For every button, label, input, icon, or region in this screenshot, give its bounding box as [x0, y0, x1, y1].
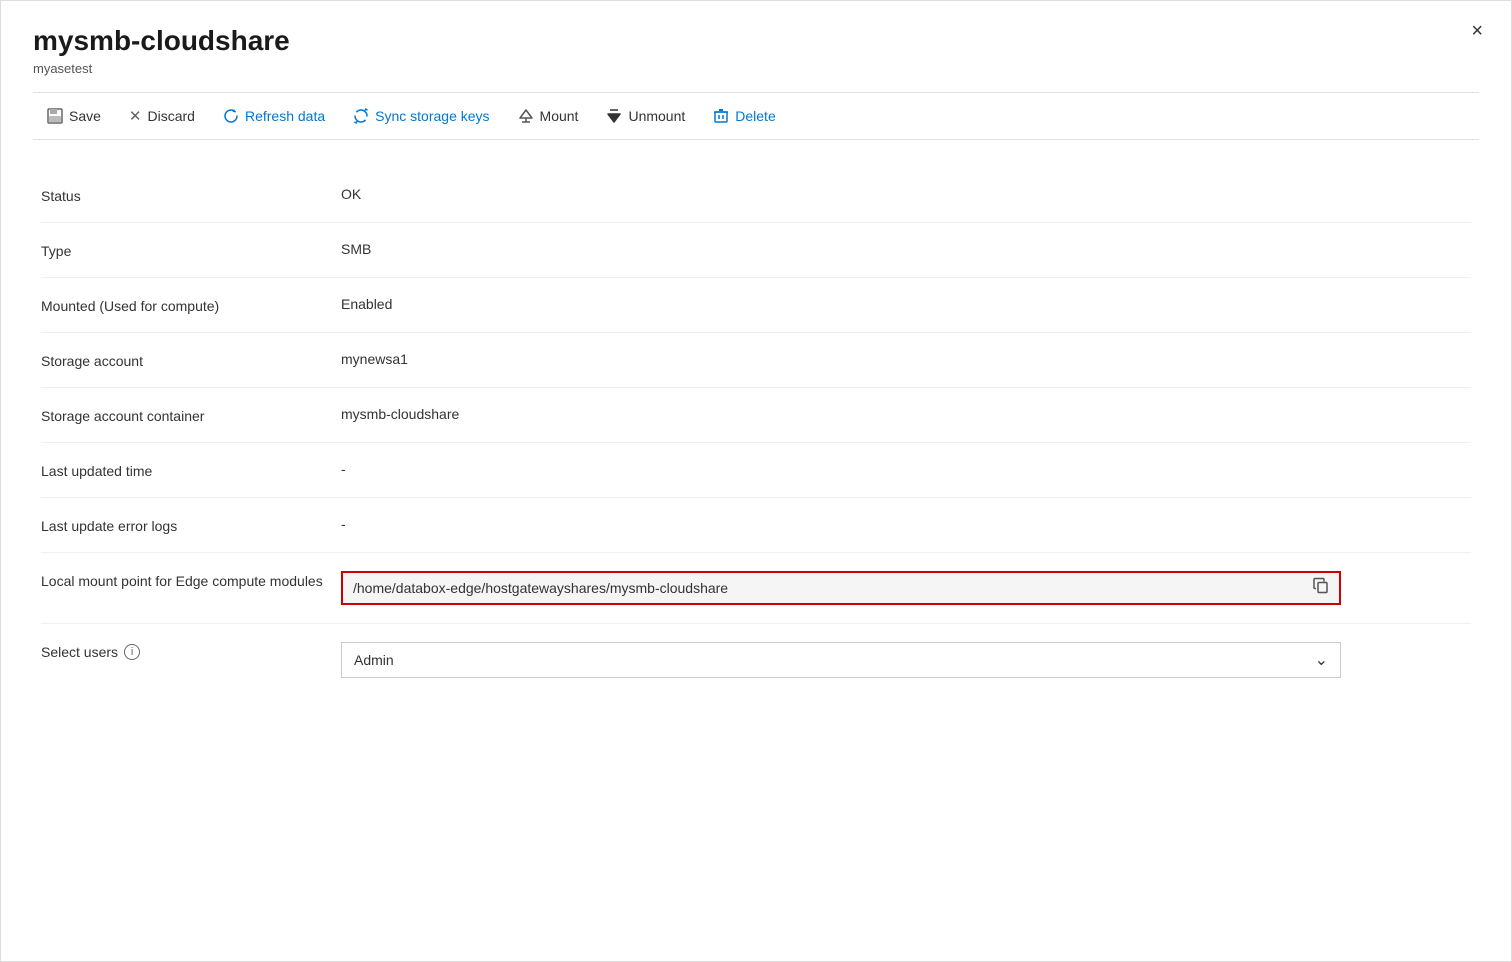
storage-account-row: Storage account mynewsa1: [41, 333, 1471, 388]
panel-subtitle: myasetest: [33, 61, 1479, 76]
last-updated-row: Last updated time -: [41, 443, 1471, 498]
status-row: Status OK: [41, 168, 1471, 223]
status-label: Status: [41, 186, 341, 204]
mounted-label: Mounted (Used for compute): [41, 296, 341, 314]
discard-button[interactable]: ✕ Discard: [115, 101, 209, 131]
unmount-button[interactable]: Unmount: [592, 102, 699, 130]
mounted-row: Mounted (Used for compute) Enabled: [41, 278, 1471, 333]
delete-icon: [713, 108, 729, 124]
last-updated-label: Last updated time: [41, 461, 341, 479]
mount-point-container-wrapper: /home/databox-edge/hostgatewayshares/mys…: [341, 571, 1471, 605]
delete-label: Delete: [735, 108, 775, 124]
select-users-label: Select users i: [41, 642, 341, 660]
users-dropdown-value: Admin: [354, 652, 394, 668]
storage-account-value: mynewsa1: [341, 351, 1471, 367]
mount-point-row: Local mount point for Edge compute modul…: [41, 553, 1471, 624]
form-section: Status OK Type SMB Mounted (Used for com…: [33, 168, 1479, 696]
info-icon[interactable]: i: [124, 644, 140, 660]
select-users-value: Admin ⌄: [341, 642, 1471, 678]
select-users-row: Select users i Admin ⌄: [41, 624, 1471, 696]
close-button[interactable]: ×: [1471, 21, 1483, 41]
type-row: Type SMB: [41, 223, 1471, 278]
storage-account-label: Storage account: [41, 351, 341, 369]
storage-container-row: Storage account container mysmb-cloudsha…: [41, 388, 1471, 443]
save-label: Save: [69, 108, 101, 124]
type-value: SMB: [341, 241, 1471, 257]
last-updated-value: -: [341, 461, 1471, 477]
main-panel: × mysmb-cloudshare myasetest Save ✕ Disc…: [0, 0, 1512, 962]
mounted-value: Enabled: [341, 296, 1471, 312]
sync-icon: [353, 108, 369, 124]
mount-point-label: Local mount point for Edge compute modul…: [41, 571, 341, 589]
mount-button[interactable]: Mount: [504, 102, 593, 130]
panel-title: mysmb-cloudshare: [33, 25, 1479, 57]
mount-point-container: /home/databox-edge/hostgatewayshares/mys…: [341, 571, 1341, 605]
sync-label: Sync storage keys: [375, 108, 489, 124]
refresh-button[interactable]: Refresh data: [209, 102, 339, 130]
chevron-down-icon: ⌄: [1315, 650, 1328, 670]
refresh-icon: [223, 108, 239, 124]
unmount-icon: [606, 108, 622, 124]
save-button[interactable]: Save: [33, 102, 115, 130]
unmount-label: Unmount: [628, 108, 685, 124]
refresh-label: Refresh data: [245, 108, 325, 124]
delete-button[interactable]: Delete: [699, 102, 789, 130]
status-value: OK: [341, 186, 1471, 202]
discard-icon: ✕: [129, 107, 142, 125]
mount-label: Mount: [540, 108, 579, 124]
storage-container-label: Storage account container: [41, 406, 341, 424]
last-error-label: Last update error logs: [41, 516, 341, 534]
users-dropdown[interactable]: Admin ⌄: [341, 642, 1341, 678]
copy-icon: [1313, 578, 1329, 594]
last-error-value: -: [341, 516, 1471, 532]
type-label: Type: [41, 241, 341, 259]
last-error-row: Last update error logs -: [41, 498, 1471, 553]
copy-button[interactable]: [1311, 576, 1331, 601]
mount-point-value: /home/databox-edge/hostgatewayshares/mys…: [353, 580, 1299, 596]
storage-container-value: mysmb-cloudshare: [341, 406, 1471, 422]
save-icon: [47, 108, 63, 124]
mount-icon: [518, 108, 534, 124]
discard-label: Discard: [148, 108, 195, 124]
toolbar: Save ✕ Discard Refresh data: [33, 92, 1479, 140]
sync-button[interactable]: Sync storage keys: [339, 102, 503, 130]
